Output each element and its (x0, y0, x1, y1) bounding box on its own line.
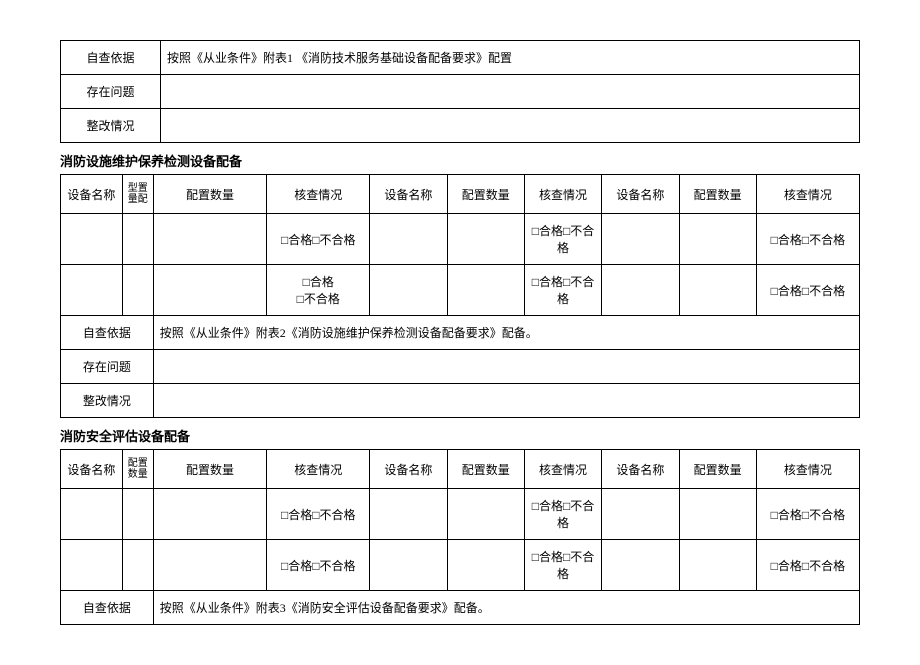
check-cell: □合格□不合格 (524, 265, 601, 316)
cell (153, 265, 266, 316)
top-problem-label: 存在问题 (61, 75, 161, 109)
cell (370, 265, 447, 316)
cell (602, 265, 679, 316)
check-cell: □合格□不合格 (756, 265, 859, 316)
section3-table: 设备名称 配置数量 配置数量 核查情况 设备名称 配置数量 核查情况 设备名称 … (60, 449, 860, 625)
cell (447, 265, 524, 316)
s2-h-qty-2: 配置数量 (447, 175, 524, 214)
s2-h-qty-1: 配置数量 (153, 175, 266, 214)
s2-h-name-2: 设备名称 (370, 175, 447, 214)
check-cell: □合格□不合格 (756, 489, 859, 540)
s2-h-qty-3: 配置数量 (679, 175, 756, 214)
cell (122, 265, 153, 316)
cell (61, 265, 123, 316)
cell (370, 214, 447, 265)
s3-h-config: 配置数量 (122, 450, 153, 489)
s2-h-model: 型置量配 (122, 175, 153, 214)
top-basis-row: 自查依据 按照《从业条件》附表1 《消防技术服务基础设备配备要求》配置 (61, 41, 860, 75)
check-cell: □合格□不合格 (524, 214, 601, 265)
cell (370, 540, 447, 591)
cell (679, 489, 756, 540)
section2-rectify-row: 整改情况 (61, 384, 860, 418)
s2-basis-content: 按照《从业条件》附表2《消防设施维护保养检测设备配备要求》配备。 (153, 316, 859, 350)
s2-h-name-1: 设备名称 (61, 175, 123, 214)
top-basis-label: 自查依据 (61, 41, 161, 75)
check-cell: □合格□不合格 (524, 489, 601, 540)
s3-h-check-1: 核查情况 (267, 450, 370, 489)
check-cell: □合格□不合格 (267, 540, 370, 591)
s3-h-name-1: 设备名称 (61, 450, 123, 489)
cell (370, 489, 447, 540)
s3-h-qty-2: 配置数量 (447, 450, 524, 489)
cell (122, 214, 153, 265)
s3-h-name-3: 设备名称 (602, 450, 679, 489)
s2-h-check-1: 核查情况 (267, 175, 370, 214)
check-cell: □合格□不合格 (756, 214, 859, 265)
cell (602, 214, 679, 265)
top-table: 自查依据 按照《从业条件》附表1 《消防技术服务基础设备配备要求》配置 存在问题… (60, 40, 860, 143)
s3-basis-content: 按照《从业条件》附表3《消防安全评估设备配备要求》配备。 (153, 591, 859, 625)
s2-problem-label: 存在问题 (61, 350, 154, 384)
s2-rectify-label: 整改情况 (61, 384, 154, 418)
section3-basis-row: 自查依据 按照《从业条件》附表3《消防安全评估设备配备要求》配备。 (61, 591, 860, 625)
s3-h-qty-1: 配置数量 (153, 450, 266, 489)
check-cell: □合格□不合格 (524, 540, 601, 591)
top-rectify-row: 整改情况 (61, 109, 860, 143)
section2-table: 设备名称 型置量配 配置数量 核查情况 设备名称 配置数量 核查情况 设备名称 … (60, 174, 860, 418)
s3-basis-label: 自查依据 (61, 591, 154, 625)
s2-basis-label: 自查依据 (61, 316, 154, 350)
cell (602, 489, 679, 540)
s2-problem-content (153, 350, 859, 384)
top-basis-content: 按照《从业条件》附表1 《消防技术服务基础设备配备要求》配置 (161, 41, 860, 75)
section3-row-1: □合格□不合格 □合格□不合格 □合格□不合格 (61, 489, 860, 540)
s3-h-name-2: 设备名称 (370, 450, 447, 489)
cell (447, 489, 524, 540)
section2-problem-row: 存在问题 (61, 350, 860, 384)
s2-h-check-2: 核查情况 (524, 175, 601, 214)
section2-basis-row: 自查依据 按照《从业条件》附表2《消防设施维护保养检测设备配备要求》配备。 (61, 316, 860, 350)
cell (153, 214, 266, 265)
cell (679, 214, 756, 265)
cell (122, 489, 153, 540)
check-cell: □合格□不合格 (267, 214, 370, 265)
check-cell: □合格□不合格 (756, 540, 859, 591)
cell (153, 489, 266, 540)
cell (61, 214, 123, 265)
section3-row-2: □合格□不合格 □合格□不合格 □合格□不合格 (61, 540, 860, 591)
section2-title: 消防设施维护保养检测设备配备 (60, 143, 860, 174)
cell (61, 540, 123, 591)
section2-row-2: □合格□不合格 □合格□不合格 □合格□不合格 (61, 265, 860, 316)
s3-h-qty-3: 配置数量 (679, 450, 756, 489)
s2-h-check-3: 核查情况 (756, 175, 859, 214)
cell (602, 540, 679, 591)
s2-rectify-content (153, 384, 859, 418)
cell (679, 265, 756, 316)
section3-header-row: 设备名称 配置数量 配置数量 核查情况 设备名称 配置数量 核查情况 设备名称 … (61, 450, 860, 489)
section3-title: 消防安全评估设备配备 (60, 418, 860, 449)
top-rectify-label: 整改情况 (61, 109, 161, 143)
cell (153, 540, 266, 591)
section2-row-1: □合格□不合格 □合格□不合格 □合格□不合格 (61, 214, 860, 265)
top-problem-row: 存在问题 (61, 75, 860, 109)
top-rectify-content (161, 109, 860, 143)
s3-h-check-3: 核查情况 (756, 450, 859, 489)
check-cell: □合格□不合格 (267, 265, 370, 316)
cell (447, 214, 524, 265)
cell (122, 540, 153, 591)
cell (447, 540, 524, 591)
cell (679, 540, 756, 591)
check-cell: □合格□不合格 (267, 489, 370, 540)
top-problem-content (161, 75, 860, 109)
s2-h-name-3: 设备名称 (602, 175, 679, 214)
s3-h-check-2: 核查情况 (524, 450, 601, 489)
section2-header-row: 设备名称 型置量配 配置数量 核查情况 设备名称 配置数量 核查情况 设备名称 … (61, 175, 860, 214)
cell (61, 489, 123, 540)
